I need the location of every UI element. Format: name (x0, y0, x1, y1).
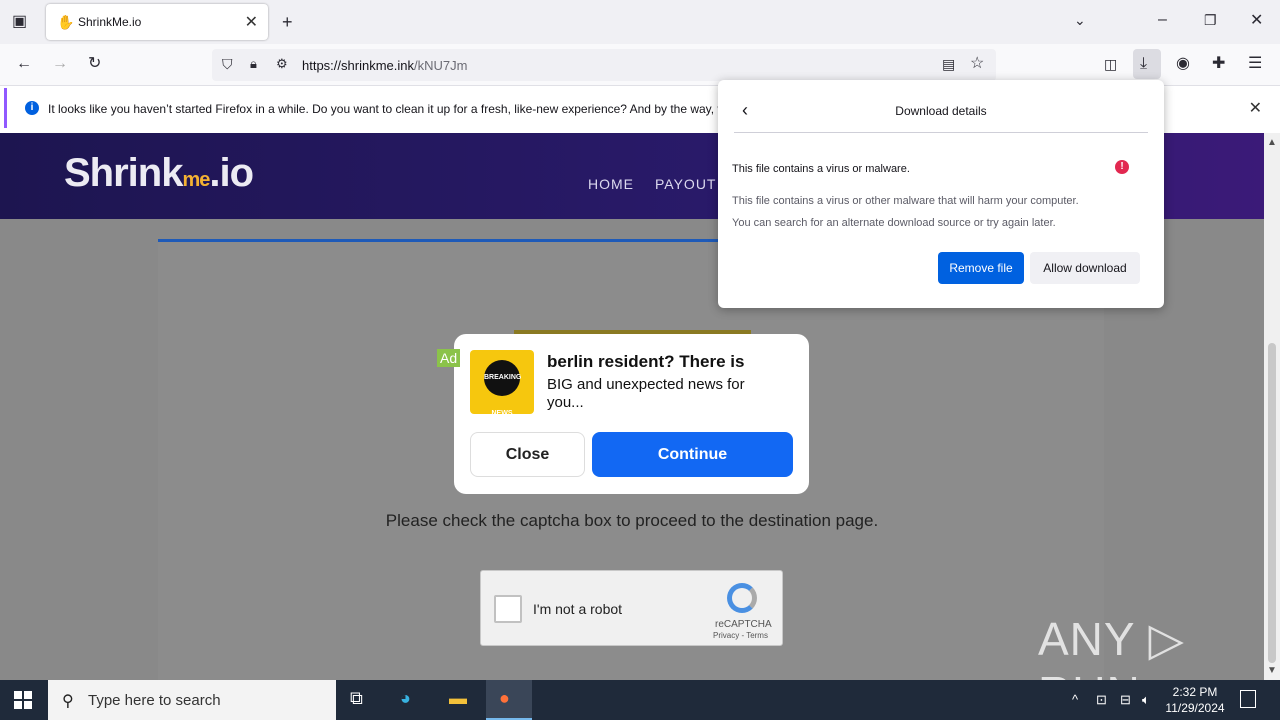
tab-list-icon[interactable]: ▣ (12, 14, 27, 30)
shrinkme-favicon-icon: ✋ (57, 14, 75, 30)
bookmark-star-icon[interactable]: ☆ (970, 56, 984, 72)
allow-download-button[interactable]: Allow download (1030, 252, 1140, 284)
windows-start-icon[interactable] (14, 691, 32, 709)
tab-bar: ▣ ✋ ShrinkMe.io ✕ + ⌄ – ❐ ✕ (0, 0, 1280, 44)
search-icon: ⚲ (62, 693, 74, 710)
permissions-icon[interactable]: ⚙ (276, 57, 288, 70)
malware-advice: You can search for an alternate download… (732, 217, 1056, 229)
info-icon: i (25, 101, 39, 115)
ad-tag: Ad (437, 349, 461, 367)
ad-title: berlin resident? There is (547, 352, 745, 371)
remove-file-button[interactable]: Remove file (938, 252, 1024, 284)
breaking-news-icon: BREAKING NEWS (484, 360, 521, 417)
recaptcha-label: I'm not a robot (533, 601, 623, 617)
system-clock[interactable]: 2:32 PM 11/29/2024 (1160, 684, 1230, 716)
site-logo[interactable]: Shrinkme.io (64, 151, 254, 196)
ad-image: BREAKING NEWS (470, 350, 534, 417)
forward-icon[interactable]: → (52, 56, 68, 72)
file-explorer-icon[interactable]: ▬ (449, 688, 467, 709)
firefox-taskbar-button[interactable]: ● (486, 680, 532, 720)
account-icon[interactable]: ◉ (1176, 56, 1190, 72)
clock-time: 2:32 PM (1172, 685, 1218, 699)
taskbar: ⚲ Type here to search ⧉ ◕ ▬ ● ^ ⊡ ⊟ 🔈︎ 2… (0, 680, 1280, 720)
recaptcha-brand: reCAPTCHA (715, 619, 772, 630)
ad-close-button[interactable]: Close (470, 432, 585, 477)
ad-continue-button[interactable]: Continue (592, 432, 793, 477)
page-scrollbar[interactable]: ▲ ▼ (1264, 133, 1280, 680)
reader-view-icon[interactable]: ▤ (942, 57, 955, 71)
download-panel-title: Download details (895, 104, 987, 118)
nav-payout[interactable]: PAYOUT (655, 176, 717, 192)
url-text[interactable]: https://shrinkme.ink/kNU7Jm (302, 58, 467, 73)
task-view-icon[interactable]: ⧉ (350, 688, 363, 709)
scroll-up-icon[interactable]: ▲ (1267, 137, 1277, 148)
recaptcha-logo-icon (727, 583, 757, 613)
nav-home[interactable]: HOME (588, 176, 634, 192)
recaptcha-checkbox[interactable] (494, 595, 522, 623)
captcha-message: Please check the captcha box to proceed … (385, 511, 879, 530)
url-host: https://shrinkme.ink (302, 58, 414, 73)
extensions-icon[interactable]: ✚ (1212, 56, 1225, 72)
download-details-panel: ‹ Download details This file contains a … (718, 80, 1164, 308)
ad-popup: Ad BREAKING NEWS berlin resident? There … (437, 334, 809, 494)
tracking-shield-icon[interactable]: ⛉ (222, 57, 233, 71)
menu-icon[interactable]: ☰ (1248, 56, 1262, 72)
pocket-icon[interactable]: ◫ (1104, 57, 1117, 71)
divider (734, 132, 1148, 133)
notification-center-icon[interactable] (1240, 690, 1256, 708)
clock-date: 11/29/2024 (1165, 701, 1225, 715)
logo-tld: .io (209, 151, 254, 195)
network-icon[interactable]: ⊟ (1120, 692, 1131, 708)
malware-heading: This file contains a virus or malware. (732, 163, 910, 175)
back-icon[interactable]: ← (16, 56, 32, 72)
notification-text: It looks like you haven’t started Firefo… (48, 102, 727, 116)
malware-description: This file contains a virus or other malw… (732, 195, 1079, 207)
tab-overflow-chevron-icon[interactable]: ⌄ (1074, 13, 1086, 27)
firefox-icon: ● (499, 688, 510, 708)
logo-main: Shrink (64, 151, 183, 195)
recaptcha-links[interactable]: Privacy - Terms (713, 631, 768, 640)
search-placeholder: Type here to search (88, 692, 221, 709)
minimize-icon[interactable]: – (1158, 12, 1167, 28)
url-bar[interactable]: ⛉ 🔒︎ ⚙ https://shrinkme.ink/kNU7Jm ▤ ☆ (212, 49, 996, 81)
lock-icon[interactable]: 🔒︎ (250, 57, 257, 70)
recaptcha-widget: I'm not a robot reCAPTCHA Privacy - Term… (480, 570, 783, 646)
url-path: /kNU7Jm (414, 58, 468, 73)
taskbar-search[interactable]: ⚲ Type here to search (48, 680, 336, 720)
warning-icon: ! (1115, 160, 1129, 174)
notification-close-icon[interactable]: ✕ (1249, 98, 1262, 118)
download-icon: ⤓ (1140, 55, 1148, 72)
reload-icon[interactable]: ↻ (88, 56, 101, 72)
volume-icon[interactable]: 🔈︎ (1142, 692, 1150, 708)
new-tab-icon[interactable]: + (282, 13, 293, 31)
edge-icon[interactable]: ◕ (400, 688, 411, 709)
tab-shrinkme[interactable]: ✋ ShrinkMe.io ✕ (46, 4, 268, 40)
restore-icon[interactable]: ❐ (1204, 13, 1217, 27)
downloads-button[interactable]: ⤓ (1133, 49, 1161, 79)
tab-close-icon[interactable]: ✕ (245, 12, 258, 32)
tray-app-icon[interactable]: ⊡ (1096, 692, 1107, 708)
tab-title: ShrinkMe.io (78, 15, 142, 29)
logo-me: me (182, 169, 210, 191)
tray-chevron-icon[interactable]: ^ (1072, 692, 1078, 707)
window-close-icon[interactable]: ✕ (1250, 13, 1263, 29)
ad-body: BIG and unexpected news for you... (547, 376, 745, 411)
